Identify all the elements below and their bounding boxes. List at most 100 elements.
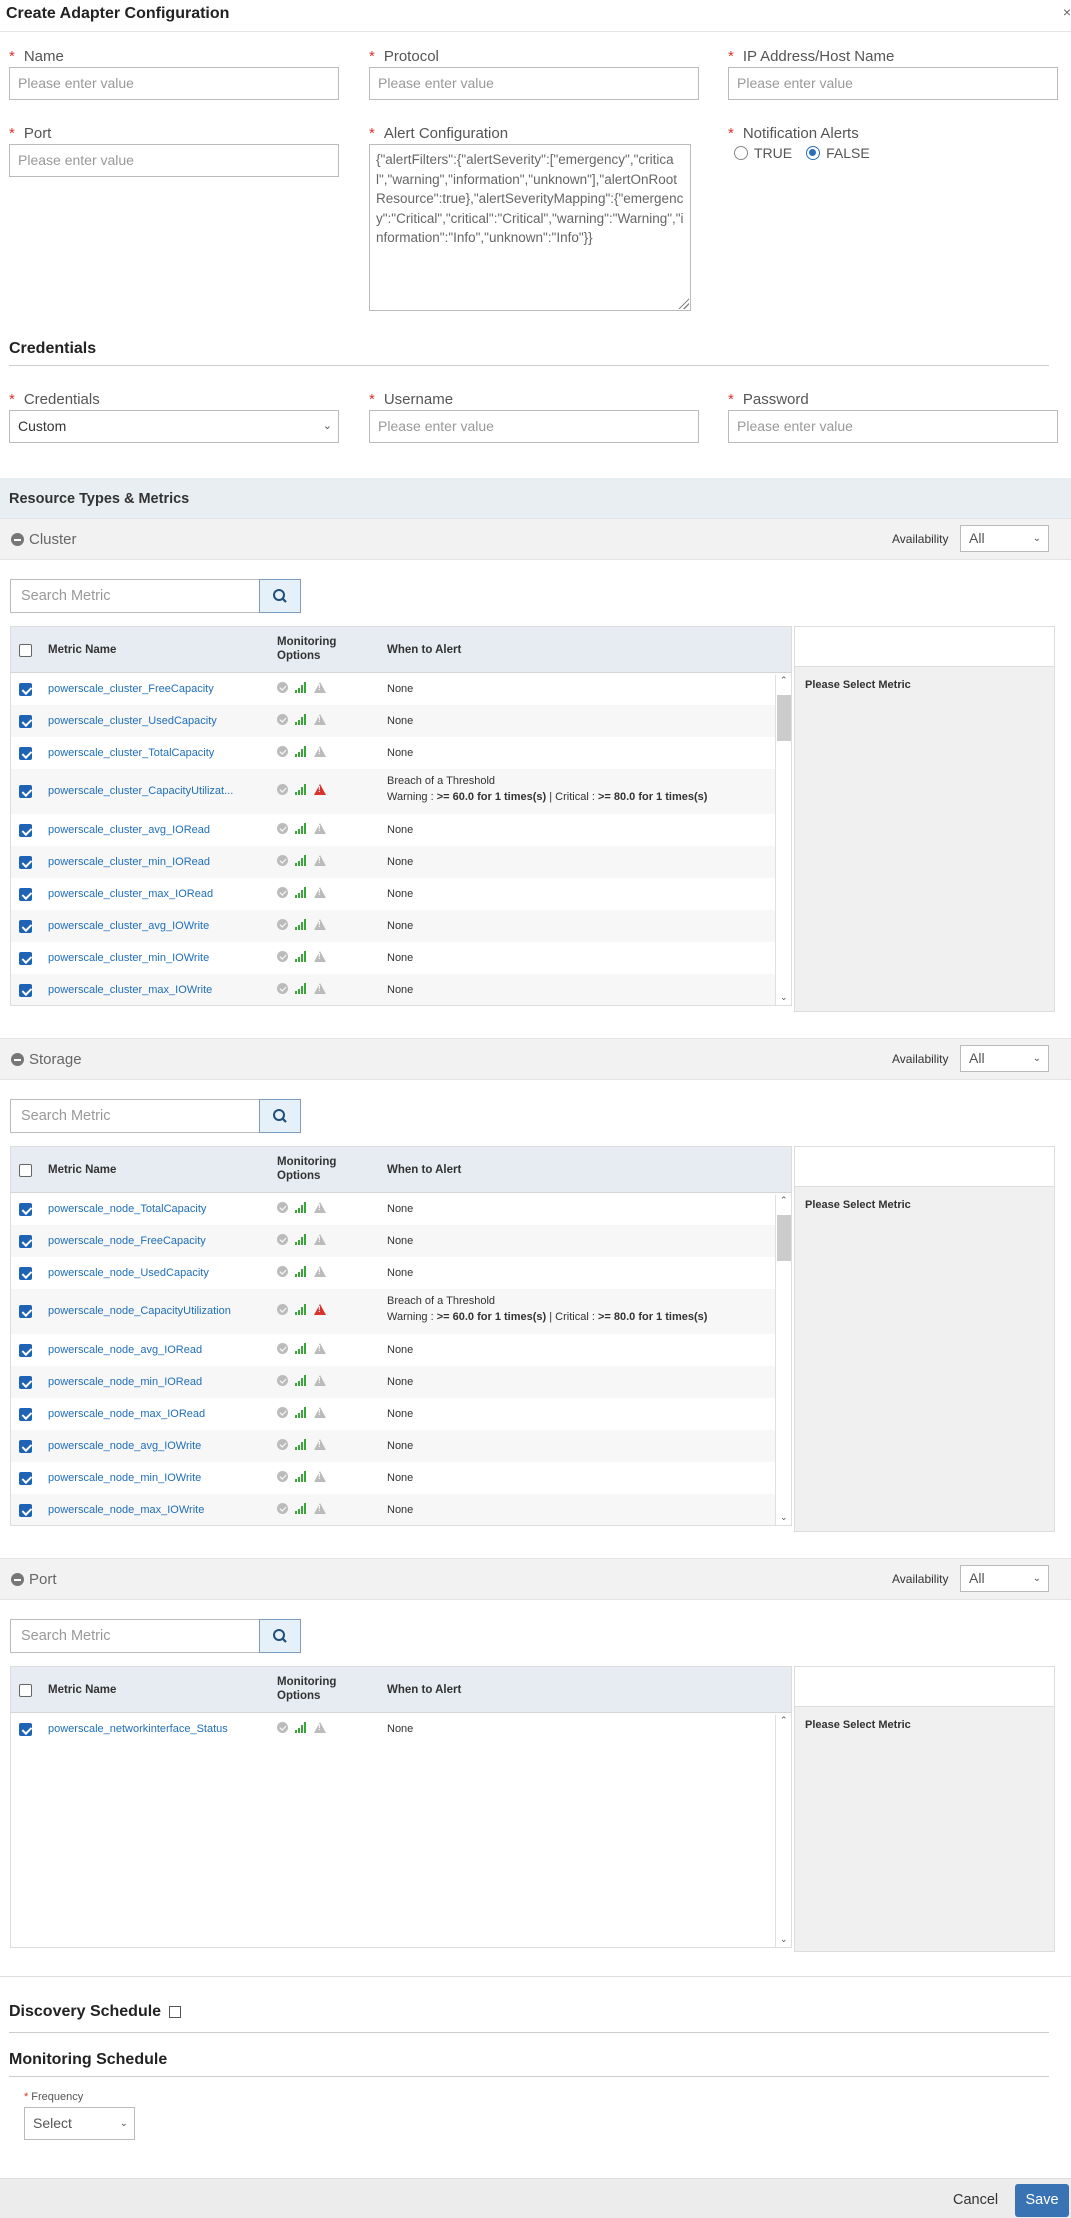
row-checkbox[interactable] xyxy=(19,856,32,869)
row-checkbox[interactable] xyxy=(19,1305,32,1318)
alert-triangle-icon[interactable] xyxy=(314,1503,326,1514)
metric-name-link[interactable]: powerscale_node_max_IORead xyxy=(48,1408,205,1420)
row-checkbox[interactable] xyxy=(19,747,32,760)
chevron-up-icon[interactable]: ⌃ xyxy=(780,675,788,686)
row-checkbox[interactable] xyxy=(19,888,32,901)
alert-triangle-icon[interactable] xyxy=(314,682,326,693)
availability-select[interactable]: All ⌄ xyxy=(960,1045,1049,1072)
chevron-up-icon[interactable]: ⌃ xyxy=(780,1195,788,1206)
row-checkbox[interactable] xyxy=(19,1504,32,1517)
alert-triangle-icon[interactable] xyxy=(314,746,326,757)
select-all-checkbox[interactable] xyxy=(19,644,32,657)
search-button[interactable] xyxy=(259,1619,301,1653)
alert-triangle-icon[interactable] xyxy=(314,1266,326,1277)
search-metric-input[interactable]: Search Metric xyxy=(10,579,301,613)
metric-name-link[interactable]: powerscale_cluster_FreeCapacity xyxy=(48,683,214,695)
availability-select[interactable]: All ⌄ xyxy=(960,525,1049,552)
alert-triangle-icon[interactable] xyxy=(314,823,326,834)
row-checkbox[interactable] xyxy=(19,1344,32,1357)
radio-false[interactable] xyxy=(806,146,821,160)
alert-triangle-icon[interactable] xyxy=(314,983,326,994)
frequency-select[interactable]: Select ⌄ xyxy=(24,2107,135,2140)
alert-triangle-icon[interactable] xyxy=(314,1471,326,1482)
alert-triangle-icon[interactable] xyxy=(314,887,326,898)
row-checkbox[interactable] xyxy=(19,1408,32,1421)
metric-name-link[interactable]: powerscale_cluster_max_IOWrite xyxy=(48,984,212,996)
port-input[interactable]: Please enter value xyxy=(9,144,339,177)
radio-true[interactable] xyxy=(734,146,748,160)
alert-triangle-icon[interactable] xyxy=(314,1202,326,1213)
row-checkbox[interactable] xyxy=(19,683,32,696)
save-button[interactable]: Save xyxy=(1015,2184,1069,2217)
search-button[interactable] xyxy=(259,579,301,613)
metric-name-link[interactable]: powerscale_node_min_IORead xyxy=(48,1376,202,1388)
protocol-input[interactable]: Please enter value xyxy=(369,67,699,100)
alert-triangle-icon[interactable] xyxy=(314,1343,326,1354)
alert-triangle-icon[interactable] xyxy=(314,855,326,866)
close-icon[interactable]: × xyxy=(1063,4,1071,20)
metric-name-link[interactable]: powerscale_node_avg_IOWrite xyxy=(48,1440,201,1452)
metric-name-link[interactable]: powerscale_cluster_CapacityUtilizat... xyxy=(48,785,233,797)
alert-triangle-icon[interactable] xyxy=(314,1375,326,1386)
cancel-button[interactable]: Cancel xyxy=(953,2192,998,2208)
credentials-select[interactable]: Custom ⌄ xyxy=(9,410,339,443)
alert-triangle-icon[interactable] xyxy=(314,714,326,725)
row-checkbox[interactable] xyxy=(19,952,32,965)
row-checkbox[interactable] xyxy=(19,1235,32,1248)
row-checkbox[interactable] xyxy=(19,1267,32,1280)
metric-name-link[interactable]: powerscale_cluster_max_IORead xyxy=(48,888,213,900)
row-checkbox[interactable] xyxy=(19,984,32,997)
chevron-down-icon[interactable]: ⌄ xyxy=(780,992,788,1003)
collapse-minus-icon[interactable] xyxy=(11,1053,24,1066)
search-metric-input[interactable]: Search Metric xyxy=(10,1619,301,1653)
metric-name-link[interactable]: powerscale_cluster_UsedCapacity xyxy=(48,715,217,727)
collapse-minus-icon[interactable] xyxy=(11,533,24,546)
row-checkbox[interactable] xyxy=(19,1723,32,1736)
resize-handle-icon[interactable] xyxy=(677,297,689,309)
name-input[interactable]: Please enter value xyxy=(9,67,339,100)
chevron-down-icon[interactable]: ⌄ xyxy=(780,1512,788,1523)
metric-name-link[interactable]: powerscale_node_min_IOWrite xyxy=(48,1472,201,1484)
chevron-up-icon[interactable]: ⌃ xyxy=(780,1715,788,1726)
scrollbar[interactable]: ⌃ ⌄ xyxy=(775,1195,791,1525)
scroll-thumb[interactable] xyxy=(777,695,791,741)
row-checkbox[interactable] xyxy=(19,1472,32,1485)
metric-name-link[interactable]: powerscale_networkinterface_Status xyxy=(48,1723,228,1735)
row-checkbox[interactable] xyxy=(19,1376,32,1389)
alert-triangle-icon[interactable] xyxy=(314,1407,326,1418)
metric-name-link[interactable]: powerscale_node_CapacityUtilization xyxy=(48,1305,231,1317)
username-input[interactable]: Please enter value xyxy=(369,410,699,443)
alert-triangle-icon[interactable] xyxy=(314,951,326,962)
alert-triangle-icon[interactable] xyxy=(314,1439,326,1450)
scroll-thumb[interactable] xyxy=(777,1215,791,1261)
search-metric-input[interactable]: Search Metric xyxy=(10,1099,301,1133)
row-checkbox[interactable] xyxy=(19,920,32,933)
metric-name-link[interactable]: powerscale_node_TotalCapacity xyxy=(48,1203,206,1215)
scrollbar[interactable]: ⌃ ⌄ xyxy=(775,675,791,1005)
alert-triangle-icon[interactable] xyxy=(314,784,326,795)
alert-triangle-icon[interactable] xyxy=(314,1234,326,1245)
row-checkbox[interactable] xyxy=(19,785,32,798)
row-checkbox[interactable] xyxy=(19,1203,32,1216)
discovery-checkbox[interactable] xyxy=(169,2005,182,2018)
metric-name-link[interactable]: powerscale_node_FreeCapacity xyxy=(48,1235,206,1247)
password-input[interactable]: Please enter value xyxy=(728,410,1058,443)
availability-select[interactable]: All ⌄ xyxy=(960,1565,1049,1592)
ip-input[interactable]: Please enter value xyxy=(728,67,1058,100)
metric-name-link[interactable]: powerscale_node_avg_IORead xyxy=(48,1344,202,1356)
alert-triangle-icon[interactable] xyxy=(314,1722,326,1733)
metric-name-link[interactable]: powerscale_node_max_IOWrite xyxy=(48,1504,204,1516)
row-checkbox[interactable] xyxy=(19,715,32,728)
row-checkbox[interactable] xyxy=(19,1440,32,1453)
alert-triangle-icon[interactable] xyxy=(314,1304,326,1315)
metric-name-link[interactable]: powerscale_cluster_min_IORead xyxy=(48,856,210,868)
scrollbar[interactable]: ⌃ ⌄ xyxy=(775,1715,791,1947)
metric-name-link[interactable]: powerscale_cluster_TotalCapacity xyxy=(48,747,214,759)
collapse-minus-icon[interactable] xyxy=(11,1573,24,1586)
alert-config-textarea[interactable]: {"alertFilters":{"alertSeverity":["emerg… xyxy=(369,144,691,311)
chevron-down-icon[interactable]: ⌄ xyxy=(780,1934,788,1945)
metric-name-link[interactable]: powerscale_cluster_min_IOWrite xyxy=(48,952,209,964)
select-all-checkbox[interactable] xyxy=(19,1164,32,1177)
row-checkbox[interactable] xyxy=(19,824,32,837)
metric-name-link[interactable]: powerscale_cluster_avg_IORead xyxy=(48,824,210,836)
